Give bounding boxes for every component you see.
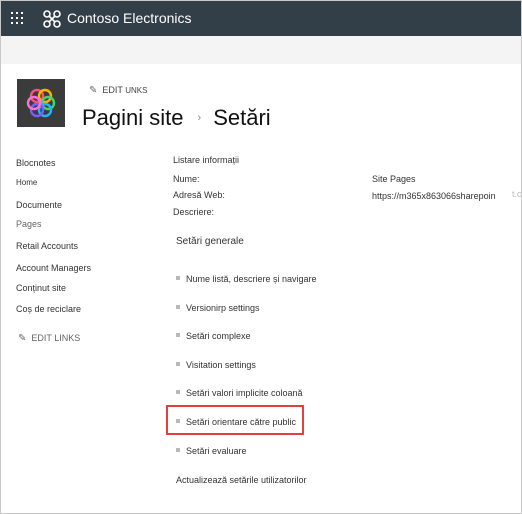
setting-label: Versionirp settings [186,303,260,313]
site-logo-icon [26,88,56,118]
list-info-title: Listare informații [173,155,240,165]
nav-item-pages[interactable]: Pages [16,219,42,229]
edit-links-nav-label: EDIT LINKS [31,333,81,343]
highlight-box [166,405,304,435]
edit-links-nav[interactable]: ✎ EDIT LINKS [18,333,80,344]
setting-column-defaults[interactable]: Setări valori implicite coloană [176,388,303,398]
nav-item-blocnotes[interactable]: Blocnotes [16,158,56,168]
bullet-icon [176,276,180,280]
setting-label: Setări valori implicite coloană [186,388,303,398]
bullet-icon [176,333,180,337]
nav-item-cos-de-reciclare[interactable]: Coș de reciclare [16,304,81,314]
nav-item-account-managers[interactable]: Account Managers [16,263,91,273]
nav-item-documente[interactable]: Documente [16,200,62,210]
breadcrumb: Pagini site › Setări [82,105,271,131]
setting-label: Nume listă, descriere și navigare [186,274,317,284]
app-launcher-icon[interactable] [11,12,25,26]
edit-links-header[interactable]: ✎ EDIT UNKS [89,85,147,96]
breadcrumb-separator-icon: › [197,112,202,124]
setting-versioning[interactable]: Versionirp settings [176,303,260,313]
command-bar [1,36,521,64]
bullet-icon [176,448,180,452]
setting-rating[interactable]: Setări evaluare [176,446,247,456]
nav-item-continut-site[interactable]: Conținut site [16,283,66,293]
address-label: Adresă Web: [173,190,225,200]
page-title: Setări [213,105,271,130]
setting-label: Setări evaluare [186,446,247,456]
edit-links-second: UNKS [125,86,148,95]
address-value[interactable]: https://m365x863066sharepoin [372,191,496,201]
update-user-settings-link[interactable]: Actualizează setările utilizatorilor [176,475,307,485]
pencil-icon: ✎ [89,85,98,96]
bullet-icon [176,305,180,309]
description-label: Descriere: [173,207,215,217]
app-name[interactable]: Contoso Electronics [67,10,192,26]
bullet-icon [176,390,180,394]
setting-advanced[interactable]: Setări complexe [176,331,251,341]
setting-label: Visitation settings [186,360,256,370]
breadcrumb-parent[interactable]: Pagini site [82,105,184,130]
edit-links-first: EDIT [102,85,123,95]
bullet-icon [176,362,180,366]
address-overflow: t.co [512,189,522,199]
name-value: Site Pages [372,174,416,184]
setting-label: Setări complexe [186,331,251,341]
pencil-icon: ✎ [18,333,27,344]
setting-validation[interactable]: Visitation settings [176,360,256,370]
page-frame: Contoso Electronics ✎ EDIT UNKS Pagini si… [0,0,522,514]
contoso-logo-icon [43,10,61,28]
general-settings-title: Setări generale [176,236,244,247]
site-logo[interactable] [17,79,65,127]
suite-bar: Contoso Electronics [1,1,521,36]
name-label: Nume: [173,174,200,184]
nav-item-home[interactable]: Home [16,178,37,187]
nav-item-retail-accounts[interactable]: Retail Accounts [16,241,78,251]
setting-list-name-description[interactable]: Nume listă, descriere și navigare [176,274,317,284]
